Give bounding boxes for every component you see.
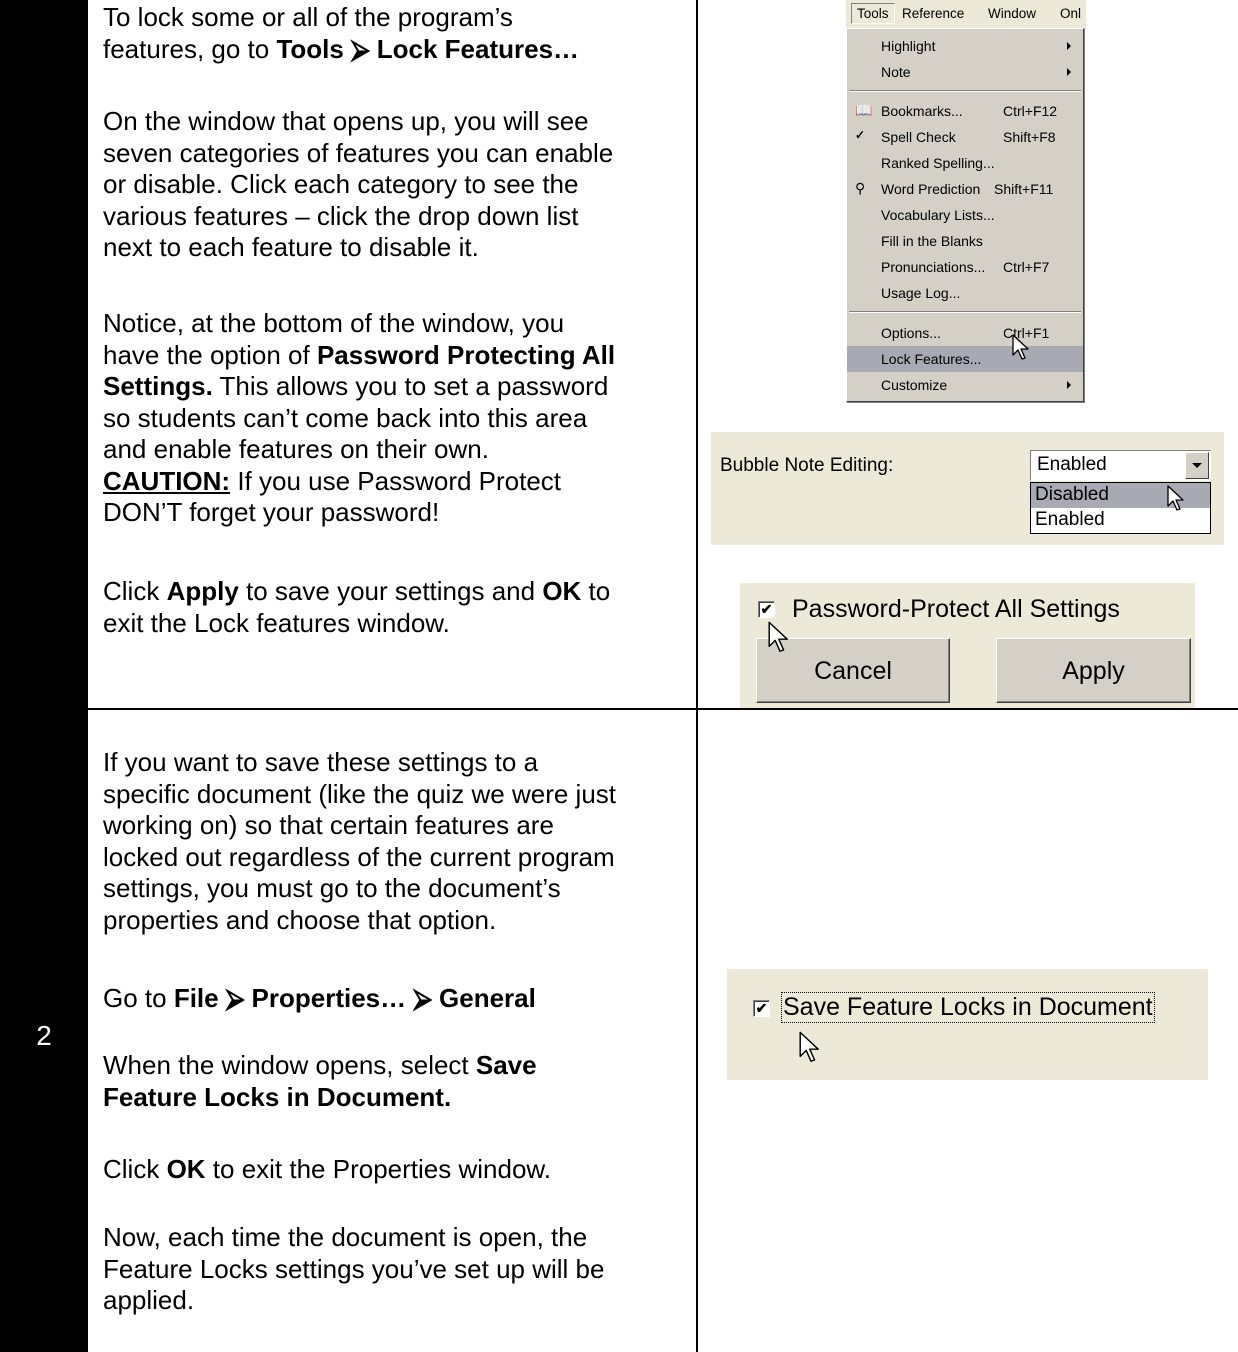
menu-online[interactable]: Onl — [1060, 6, 1081, 21]
menu-item-word-prediction[interactable]: ⚲ Word Prediction Shift+F11 — [847, 176, 1083, 202]
instruction-lock-features: To lock some or all of the program’s fea… — [103, 2, 580, 64]
bubble-note-dropdown-screenshot: Bubble Note Editing: Enabled Disabled En… — [711, 432, 1224, 545]
menu-item-options[interactable]: Options... Ctrl+F1 — [847, 320, 1083, 346]
instruction-apply: Click Apply to save your settings and OK… — [103, 576, 611, 638]
save-feature-locks-checkbox[interactable]: ✔ — [753, 1000, 770, 1017]
save-feature-locks-screenshot: ✔ Save Feature Locks in Document — [727, 969, 1208, 1080]
menu-bar: Tools Reference Window Onl — [846, 0, 1086, 29]
save-feature-locks-label: Save Feature Locks in Document — [781, 992, 1155, 1023]
submenu-arrow-icon — [1067, 381, 1071, 389]
menu-item-lock-features[interactable]: Lock Features... — [847, 346, 1083, 372]
book-icon: 📖 — [855, 102, 873, 118]
step-number-cell-1 — [0, 0, 88, 708]
mouse-pointer-icon — [799, 1031, 819, 1062]
instruction-select-save-locks: When the window opens, select Save Featu… — [103, 1050, 537, 1112]
instruction-file-properties: Go to File ⮚ Properties… ⮚ General — [103, 983, 536, 1013]
mouse-pointer-icon — [1012, 334, 1029, 360]
tools-dropdown-menu: Highlight Note 📖 Bookmarks... Ctrl+F12 ✓… — [846, 28, 1084, 402]
menu-item-customize[interactable]: Customize — [847, 372, 1083, 398]
menu-item-fill-in-blanks[interactable]: Fill in the Blanks — [847, 228, 1083, 254]
submenu-arrow-icon — [1067, 68, 1071, 76]
instruction-categories: On the window that opens up, you will se… — [103, 106, 614, 262]
instruction-save-to-document: If you want to save these settings to a … — [103, 747, 617, 935]
menu-item-vocabulary-lists[interactable]: Vocabulary Lists... — [847, 202, 1083, 228]
menu-item-ranked-spelling[interactable]: Ranked Spelling... — [847, 150, 1083, 176]
submenu-arrow-icon — [1067, 42, 1071, 50]
menu-item-pronunciations[interactable]: Pronunciations... Ctrl+F7 — [847, 254, 1083, 280]
menu-item-highlight[interactable]: Highlight — [847, 33, 1083, 59]
menu-separator — [849, 311, 1081, 313]
caution-note: CAUTION: If you use Password Protect — [103, 465, 562, 496]
chevron-down-icon — [1192, 463, 1202, 468]
mouse-pointer-icon — [768, 621, 788, 652]
tools-menu-screenshot: Tools Reference Window Onl Highlight Not… — [846, 0, 1086, 405]
instruction-password: Notice, at the bottom of the window, you… — [103, 308, 688, 529]
step-number-2: 2 — [36, 1020, 52, 1051]
menu-item-note[interactable]: Note — [847, 59, 1083, 85]
menu-tools[interactable]: Tools — [851, 3, 895, 24]
menu-reference[interactable]: Reference — [902, 6, 964, 21]
menu-item-spell-check[interactable]: ✓ Spell Check Shift+F8 — [847, 124, 1083, 150]
password-protect-label: Password-Protect All Settings — [792, 595, 1120, 623]
bubble-note-editing-label: Bubble Note Editing: — [720, 455, 894, 476]
instruction-click-ok: Click OK to exit the Properties window. — [103, 1154, 551, 1184]
bubble-note-editing-select[interactable]: Enabled — [1030, 450, 1211, 481]
mouse-pointer-icon — [1167, 485, 1184, 511]
row-divider — [0, 708, 1238, 710]
menu-window[interactable]: Window — [988, 6, 1036, 21]
word-prediction-icon: ⚲ — [855, 180, 866, 196]
menu-item-usage-log[interactable]: Usage Log... — [847, 280, 1083, 306]
dropdown-arrow-button[interactable] — [1185, 452, 1209, 479]
menu-item-bookmarks[interactable]: 📖 Bookmarks... Ctrl+F12 — [847, 98, 1083, 124]
spell-check-icon: ✓ — [855, 128, 866, 142]
menu-separator — [849, 90, 1081, 92]
instruction-now-applied: Now, each time the document is open, the… — [103, 1222, 605, 1315]
column-divider — [696, 0, 698, 1352]
password-protect-checkbox[interactable]: ✔ — [758, 601, 775, 618]
apply-button[interactable]: Apply — [996, 638, 1191, 703]
password-protect-screenshot: ✔ Password-Protect All Settings Cancel A… — [740, 583, 1195, 708]
